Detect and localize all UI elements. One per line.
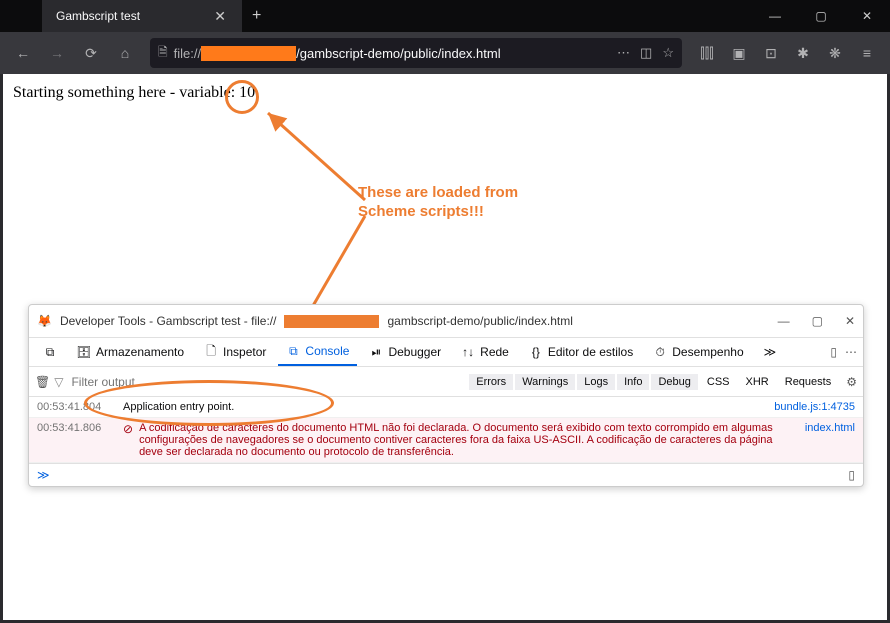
devtools-maximize[interactable]: ▢ bbox=[812, 314, 823, 328]
reload-button[interactable]: ⟳ bbox=[76, 38, 106, 68]
devtools-inspect-icon[interactable]: ⧉ bbox=[35, 338, 65, 366]
tab-style-editor[interactable]: {}Editor de estilos bbox=[521, 338, 641, 366]
log-timestamp: 00:53:41.804 bbox=[37, 401, 123, 413]
tab-console[interactable]: ⧉Console bbox=[278, 338, 357, 366]
devtools-more-icon[interactable]: ⋯ bbox=[845, 345, 857, 359]
menu-icon[interactable]: ≡ bbox=[852, 38, 882, 68]
file-icon: 🗎 bbox=[158, 43, 168, 64]
tab-debugger[interactable]: ⏯Debugger bbox=[361, 338, 449, 366]
navbar: ← → ⟳ ⌂ 🗎 file:// /gambscript-demo/publi… bbox=[0, 32, 890, 74]
warning-icon: ⊘ bbox=[123, 422, 133, 436]
ext2-icon[interactable]: ❋ bbox=[820, 38, 850, 68]
log-message: Application entry point. bbox=[123, 401, 774, 413]
chip-errors[interactable]: Errors bbox=[469, 374, 513, 390]
redacted-url-segment bbox=[201, 46, 296, 61]
back-button[interactable]: ← bbox=[8, 38, 38, 68]
console-filter-input[interactable] bbox=[71, 375, 351, 389]
chip-debug[interactable]: Debug bbox=[651, 374, 697, 390]
window-controls: — ▢ ✕ bbox=[752, 0, 890, 32]
tabs-overflow[interactable]: ≫ bbox=[756, 338, 785, 366]
tab-performance[interactable]: ⏱Desempenho bbox=[645, 338, 751, 366]
annotation-text: These are loaded from Scheme scripts!!! bbox=[358, 184, 518, 222]
log-source-link[interactable]: bundle.js:1:4735 bbox=[774, 401, 855, 413]
console-settings-icon[interactable]: ⚙ bbox=[846, 375, 857, 389]
tab-title: Gambscript test bbox=[56, 9, 208, 23]
clear-console-icon[interactable]: 🗑 bbox=[35, 375, 50, 389]
chip-warnings[interactable]: Warnings bbox=[515, 374, 575, 390]
devtools-app-icon: 🦊 bbox=[37, 314, 52, 328]
split-console-icon[interactable]: ▯ bbox=[848, 468, 855, 482]
annotation-line-1: These are loaded from bbox=[358, 184, 518, 203]
log-timestamp: 00:53:41.806 bbox=[37, 422, 123, 434]
devtools-title-prefix: Developer Tools - Gambscript test - file… bbox=[60, 314, 277, 328]
toolbar-right: ⫿⫿⫿ ▣ ⊡ ✱ ❋ ≡ bbox=[692, 38, 882, 68]
console-row: 00:53:41.806 ⊘ A codificação de caracter… bbox=[29, 418, 863, 463]
filter-icon: ▽ bbox=[54, 375, 63, 389]
new-tab-button[interactable]: + bbox=[242, 7, 271, 25]
url-bar[interactable]: 🗎 file:// /gambscript-demo/public/index.… bbox=[150, 38, 682, 68]
chip-info[interactable]: Info bbox=[617, 374, 649, 390]
tab-inspector[interactable]: 🗋Inspetor bbox=[196, 338, 274, 366]
annotation-line-2: Scheme scripts!!! bbox=[358, 203, 518, 222]
redacted-devtools-path bbox=[284, 315, 379, 328]
sidebar-icon[interactable]: ▣ bbox=[724, 38, 754, 68]
close-window-button[interactable]: ✕ bbox=[844, 0, 890, 32]
bookmark-star-icon[interactable]: ☆ bbox=[662, 45, 674, 61]
ext1-icon[interactable]: ✱ bbox=[788, 38, 818, 68]
devtools-dock-icon[interactable]: ▯ bbox=[830, 345, 837, 359]
browser-tab[interactable]: Gambscript test ✕ bbox=[42, 0, 242, 32]
titlebar: Gambscript test ✕ + — ▢ ✕ bbox=[0, 0, 890, 32]
close-tab-icon[interactable]: ✕ bbox=[208, 8, 232, 25]
prompt-chevron-icon: ≫ bbox=[37, 468, 50, 482]
chip-css[interactable]: CSS bbox=[700, 374, 737, 390]
chip-logs[interactable]: Logs bbox=[577, 374, 615, 390]
tab-storage[interactable]: 🗄Armazenamento bbox=[69, 338, 192, 366]
account-icon[interactable]: ⊡ bbox=[756, 38, 786, 68]
page-body-text: Starting something here - variable: 10 bbox=[3, 74, 887, 112]
devtools-window: 🦊 Developer Tools - Gambscript test - fi… bbox=[28, 304, 864, 487]
chip-requests[interactable]: Requests bbox=[778, 374, 838, 390]
devtools-close[interactable]: ✕ bbox=[845, 314, 855, 328]
url-protocol: file:// bbox=[174, 46, 201, 61]
chip-xhr[interactable]: XHR bbox=[739, 374, 776, 390]
home-button[interactable]: ⌂ bbox=[110, 38, 140, 68]
log-source-link[interactable]: index.html bbox=[805, 422, 855, 434]
console-filter-bar: 🗑 ▽ Errors Warnings Logs Info Debug CSS … bbox=[29, 367, 863, 397]
page-actions-icon[interactable]: ⋯ bbox=[617, 45, 630, 61]
log-message: A codificação de caracteres do documento… bbox=[139, 422, 805, 458]
devtools-tabs: ⧉ 🗄Armazenamento 🗋Inspetor ⧉Console ⏯Deb… bbox=[29, 337, 863, 367]
url-path: /gambscript-demo/public/index.html bbox=[296, 46, 500, 61]
tab-network[interactable]: ↑↓Rede bbox=[453, 338, 517, 366]
reader-icon[interactable]: ◫ bbox=[640, 45, 652, 61]
minimize-button[interactable]: — bbox=[752, 0, 798, 32]
console-row: 00:53:41.804 Application entry point. bu… bbox=[29, 397, 863, 418]
console-prompt[interactable]: ≫ ▯ bbox=[29, 463, 863, 486]
library-icon[interactable]: ⫿⫿⫿ bbox=[692, 38, 722, 68]
forward-button[interactable]: → bbox=[42, 38, 72, 68]
maximize-button[interactable]: ▢ bbox=[798, 0, 844, 32]
devtools-titlebar[interactable]: 🦊 Developer Tools - Gambscript test - fi… bbox=[29, 305, 863, 337]
devtools-minimize[interactable]: — bbox=[778, 314, 790, 328]
devtools-title-suffix: gambscript-demo/public/index.html bbox=[387, 314, 572, 328]
